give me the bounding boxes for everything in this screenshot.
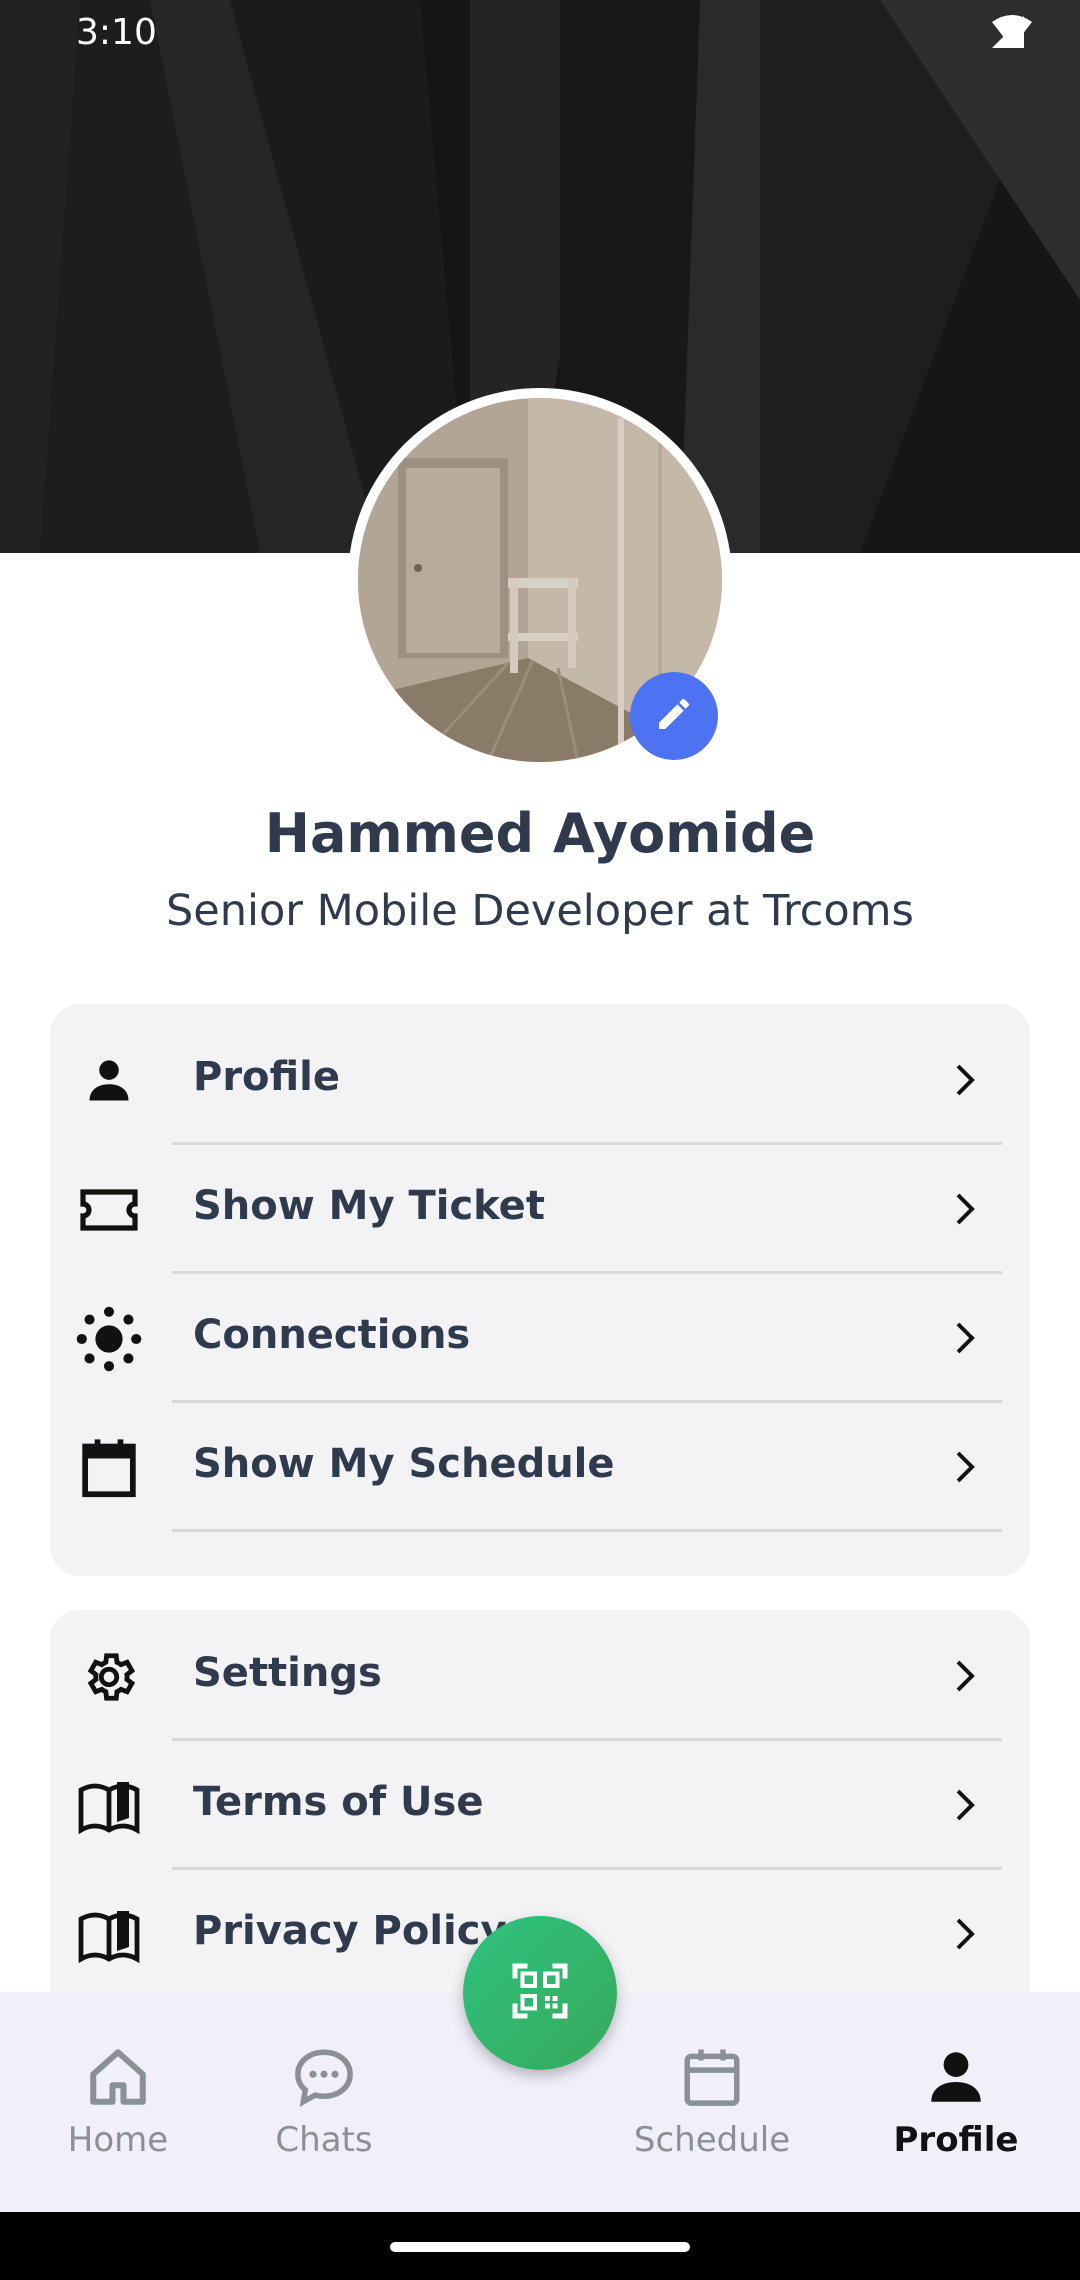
chevron-right-icon: [950, 1654, 980, 1698]
person-icon: [923, 2044, 989, 2110]
pencil-icon: [654, 694, 694, 738]
menu-item-profile[interactable]: Profile: [50, 1016, 1030, 1145]
connections-icon: [74, 1304, 144, 1374]
chevron-right-icon: [950, 1783, 980, 1827]
status-bar: 3:10: [0, 0, 1080, 70]
chevron-right-icon: [950, 1187, 980, 1231]
chat-bubble-icon: [291, 2044, 357, 2110]
edit-photo-button[interactable]: [630, 672, 718, 760]
ticket-icon: [74, 1175, 144, 1245]
home-icon: [85, 2044, 151, 2110]
person-icon: [74, 1046, 144, 1116]
scan-qr-button[interactable]: [463, 1916, 617, 2070]
nav-schedule[interactable]: Schedule: [612, 1992, 812, 2212]
menu-item-settings[interactable]: Settings: [50, 1612, 1030, 1741]
menu-label-connections: Connections: [193, 1312, 471, 1358]
nav-label-chats: Chats: [275, 2120, 373, 2160]
nav-label-schedule: Schedule: [633, 2120, 791, 2160]
menu-label-schedule: Show My Schedule: [193, 1441, 615, 1487]
chevron-right-icon: [950, 1445, 980, 1489]
chevron-right-icon: [950, 1912, 980, 1956]
nav-label-home: Home: [67, 2120, 169, 2160]
calendar-icon: [679, 2044, 745, 2110]
menu-item-show-my-schedule[interactable]: Show My Schedule: [50, 1403, 1030, 1532]
calendar-icon: [74, 1433, 144, 1503]
home-gesture-handle[interactable]: [390, 2242, 690, 2252]
menu-label-ticket: Show My Ticket: [193, 1183, 545, 1229]
book-icon: [74, 1771, 144, 1841]
chevron-right-icon: [950, 1058, 980, 1102]
menu-label-privacy: Privacy Policy: [193, 1908, 507, 1954]
menu-item-connections[interactable]: Connections: [50, 1274, 1030, 1403]
menu-label-profile: Profile: [193, 1054, 341, 1100]
system-navigation-bar: [0, 2212, 1080, 2280]
book-icon: [74, 1900, 144, 1970]
divider: [172, 1529, 1002, 1532]
menu-label-settings: Settings: [193, 1650, 382, 1696]
nav-profile[interactable]: Profile: [856, 1992, 1056, 2212]
nav-chats[interactable]: Chats: [224, 1992, 424, 2212]
profile-role: Senior Mobile Developer at Trcoms: [166, 886, 914, 936]
nav-label-profile: Profile: [893, 2120, 1019, 2160]
nav-home[interactable]: Home: [18, 1992, 218, 2212]
profile-name: Hammed Ayomide: [264, 802, 816, 865]
menu-label-terms: Terms of Use: [193, 1779, 484, 1825]
menu-item-show-my-ticket[interactable]: Show My Ticket: [50, 1145, 1030, 1274]
gear-icon: [74, 1642, 144, 1712]
account-menu-card: Profile Show My Ticket Connections Show …: [50, 1004, 1030, 1576]
qr-code-icon: [510, 1961, 570, 2025]
chevron-right-icon: [950, 1316, 980, 1360]
status-time: 3:10: [76, 12, 157, 53]
menu-item-terms-of-use[interactable]: Terms of Use: [50, 1741, 1030, 1870]
